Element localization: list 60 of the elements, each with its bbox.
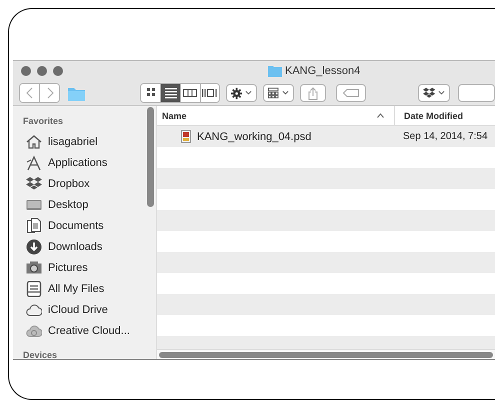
sidebar-item[interactable]: lisagabriel [13,131,145,152]
sidebar-item[interactable]: All My Files [13,278,145,299]
dropbox-button[interactable] [418,84,450,102]
sidebar-item[interactable]: Documents [13,215,145,236]
share-icon [308,86,318,100]
action-button[interactable] [226,84,258,102]
section-heading: Favorites [22,115,64,128]
navigation-control[interactable] [19,83,60,103]
caret-icon [282,90,289,96]
sidebar-item[interactable]: Creative Cloud... [13,320,145,341]
tag-button[interactable] [336,84,366,102]
folder-icon [268,65,282,77]
sidebar-item[interactable]: Pictures [13,257,145,278]
column-header[interactable]: Date Modified [395,106,464,125]
list-icon [164,87,177,99]
file-row[interactable]: KANG_working_04.psd Sep 14, 2014, 7:54 [157,126,495,147]
image-file-icon [181,130,191,143]
chevron-right-icon [46,87,54,99]
creative-cloud-icon [26,322,42,338]
view-button[interactable] [200,84,220,102]
back-button[interactable] [20,84,40,102]
tag-icon [342,89,359,97]
scroll-thumb[interactable] [159,352,493,358]
caret-icon [438,90,446,96]
grid-icon [146,87,156,99]
share-button[interactable] [300,84,326,102]
view-button[interactable] [180,84,200,102]
date-modified: Sep 14, 2014, 7:54 [403,131,488,142]
house-icon [26,134,42,150]
gear-icon [231,86,242,100]
camera-icon [26,260,42,276]
view-switcher[interactable] [140,83,220,103]
dropbox-icon [423,87,436,99]
toolbar-button[interactable] [458,84,495,102]
compass-icon [26,154,42,170]
caret-icon [245,90,252,96]
coverflow-icon [202,87,218,99]
cloud-icon [26,302,42,318]
window-controls-icon [20,65,64,77]
section-heading: Devices [22,349,58,359]
sidebar-item[interactable]: Downloads [13,236,145,257]
chevron-left-icon [26,87,34,99]
sidebar-item[interactable]: Dropbox [13,173,145,194]
documents-icon [26,218,42,234]
file-cabinet-icon [26,280,42,296]
dropbox-icon [26,176,42,192]
download-icon [26,238,42,254]
arrange-icon [268,87,279,99]
scroll-thumb[interactable] [147,107,154,207]
column-header[interactable]: Name [157,106,395,125]
view-button[interactable] [141,84,160,102]
sidebar-item[interactable]: Applications [13,152,145,173]
file-name: KANG_working_04.psd [197,130,312,142]
columns-icon [183,87,198,99]
sidebar-item[interactable]: Desktop [13,194,145,215]
sidebar-item[interactable]: iCloud Drive [13,299,145,320]
forward-button[interactable] [39,84,60,102]
view-button[interactable] [160,84,180,102]
window-title: KANG_lesson4 [285,65,360,77]
arrange-button[interactable] [263,84,294,102]
